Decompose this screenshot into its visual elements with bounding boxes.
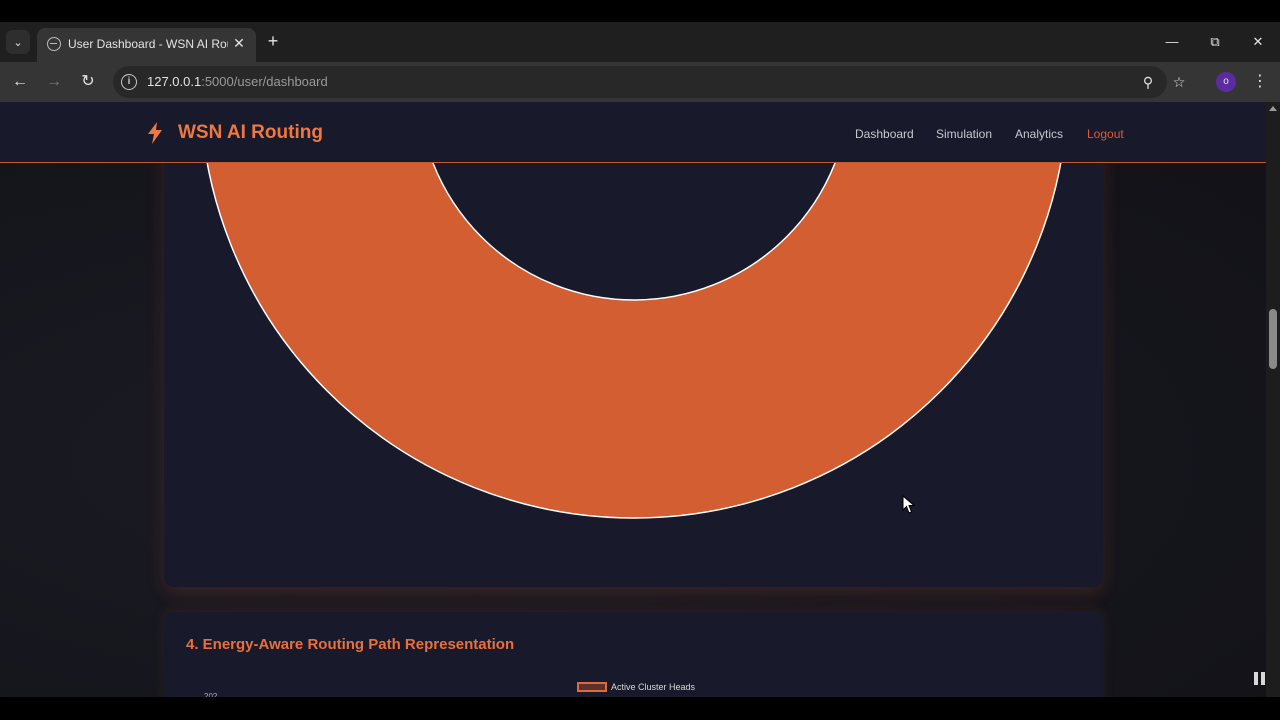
screen-bottom-bar [0,697,1280,720]
chart-card-routing-path: 4. Energy-Aware Routing Path Representat… [164,612,1103,697]
mouse-cursor-icon [902,495,916,514]
profile-avatar[interactable]: o [1216,72,1236,92]
legend-swatch [577,682,607,692]
screen-top-bar [0,0,1280,22]
section-title: 4. Energy-Aware Routing Path Representat… [186,636,515,653]
browser-toolbar: ← → ↻ i 127.0.0.1:5000/user/dashboard ⚲ … [0,62,1280,102]
tab-title: User Dashboard - WSN AI Routing [68,37,228,51]
page-scrollbar[interactable] [1266,102,1280,697]
restore-icon[interactable]: ⧉ [1200,31,1230,53]
chart-card-doughnut [164,102,1103,587]
forward-arrow-icon[interactable]: → [42,70,66,94]
url-text[interactable]: 127.0.0.1:5000/user/dashboard [147,74,328,89]
tab-search-chevron-icon[interactable]: ⌄ [6,30,30,54]
site-info-icon[interactable]: i [121,74,137,90]
globe-icon [47,37,61,51]
nav-analytics-link[interactable]: Analytics [1015,127,1063,141]
close-window-icon[interactable]: ✕ [1243,31,1273,53]
legend-label: Active Cluster Heads [611,682,696,692]
browser-menu-icon[interactable]: ⋮ [1250,70,1270,94]
nav-simulation-link[interactable]: Simulation [936,127,992,141]
browser-tab-active[interactable]: User Dashboard - WSN AI Routing ✕ [37,28,256,62]
zoom-magnifier-icon[interactable]: ⚲ [1138,72,1158,92]
bookmark-star-icon[interactable]: ☆ [1169,72,1189,92]
chart-legend[interactable]: Active Cluster Heads [577,682,695,692]
scrollbar-thumb[interactable] [1269,309,1277,369]
back-arrow-icon[interactable]: ← [8,70,32,94]
brand-logo-text[interactable]: WSN AI Routing [178,122,323,144]
reload-icon[interactable]: ↻ [76,70,100,94]
doughnut-slice[interactable] [199,102,1069,519]
page-viewport: 4. Energy-Aware Routing Path Representat… [0,102,1280,697]
scroll-up-arrow-icon[interactable] [1269,106,1277,111]
pause-icon[interactable] [1252,672,1268,688]
address-bar[interactable]: i 127.0.0.1:5000/user/dashboard ⚲ [113,66,1167,98]
new-tab-plus-icon[interactable]: + [263,31,283,51]
tab-close-icon[interactable]: ✕ [230,34,248,52]
minimize-icon[interactable]: — [1157,31,1187,53]
lightning-bolt-icon [148,122,162,144]
doughnut-chart [199,102,1069,519]
nav-logout-link[interactable]: Logout [1087,127,1124,141]
app-navbar: WSN AI Routing Dashboard Simulation Anal… [0,102,1266,163]
nav-dashboard-link[interactable]: Dashboard [855,127,914,141]
browser-tabstrip: ⌄ User Dashboard - WSN AI Routing ✕ + — … [0,22,1280,62]
